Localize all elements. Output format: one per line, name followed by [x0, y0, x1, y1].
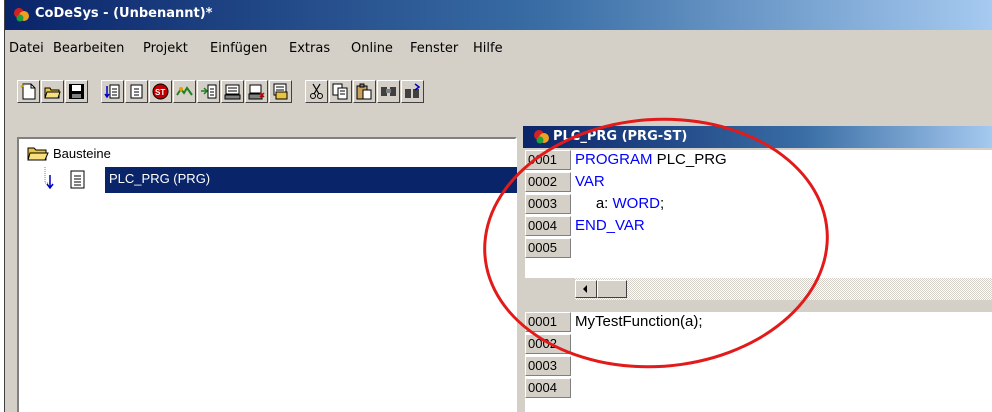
line-text: END_VAR: [575, 217, 645, 235]
st-editor-window: PLC_PRG (PRG-ST) 0001 PROGRAM PLC_PRG 0002…: [523, 122, 992, 412]
line-text: PROGRAM PLC_PRG: [575, 151, 727, 169]
line-number: 0004: [525, 216, 571, 236]
codesys-app-icon: [14, 8, 29, 22]
code-token: PLC_PRG: [652, 151, 727, 168]
toolbar: ST: [5, 80, 992, 114]
pou-document-icon: [70, 170, 85, 189]
copy-icon[interactable]: [329, 80, 352, 103]
tree-item-plc-prg[interactable]: PLC_PRG (PRG): [25, 167, 519, 193]
menu-hilfe[interactable]: Hilfe: [473, 41, 503, 56]
watch-icon[interactable]: [197, 80, 220, 103]
folder-open-icon: [27, 147, 49, 161]
menu-extras[interactable]: Extras: [289, 41, 330, 56]
keyword-token: PROGRAM: [575, 151, 653, 168]
menu-fenster[interactable]: Fenster: [410, 41, 458, 56]
editor-title-bar[interactable]: PLC_PRG (PRG-ST): [523, 126, 992, 148]
line-number: 0003: [525, 356, 571, 376]
menu-bearbeiten[interactable]: Bearbeiten: [53, 41, 124, 56]
tree-item-label: PLC_PRG (PRG): [109, 171, 211, 186]
window-title: CoDeSys - (Unbenannt)*: [35, 6, 213, 21]
line-number: 0001: [525, 312, 571, 332]
tree-root-label: Bausteine: [53, 146, 111, 161]
line-number: 0002: [525, 334, 571, 354]
stop-icon[interactable]: ST: [149, 80, 172, 103]
menu-einfuegen[interactable]: Einfügen: [210, 41, 267, 56]
scroll-left-button[interactable]: [575, 280, 597, 298]
keyword-token: END_VAR: [575, 217, 645, 234]
code-line[interactable]: 0004: [525, 378, 992, 400]
code-line[interactable]: 0001 MyTestFunction(a);: [525, 312, 992, 334]
code-line[interactable]: 0003: [525, 356, 992, 378]
lib-icon[interactable]: [269, 80, 292, 103]
code-token: MyTestFunction(a);: [575, 313, 703, 330]
title-bar[interactable]: CoDeSys - (Unbenannt)*: [5, 0, 992, 30]
code-line[interactable]: 0002 VAR: [525, 172, 992, 194]
code-line[interactable]: 0003 a: WORD;: [525, 194, 992, 216]
find-icon[interactable]: [377, 80, 400, 103]
keyword-token: VAR: [575, 173, 605, 190]
code-line[interactable]: 0002: [525, 334, 992, 356]
svg-text:ST: ST: [155, 88, 165, 97]
line-number: 0001: [525, 150, 571, 170]
save-icon[interactable]: [65, 80, 88, 103]
declaration-editor[interactable]: 0001 PROGRAM PLC_PRG 0002 VAR 0003 a: WORD; 0…: [525, 150, 992, 278]
editor-app-icon: [534, 130, 549, 144]
line-text: MyTestFunction(a);: [575, 313, 703, 331]
line-number: 0005: [525, 238, 571, 258]
menu-datei[interactable]: Datei: [9, 41, 44, 56]
code-token: ;: [660, 195, 665, 212]
line-number: 0004: [525, 378, 571, 398]
step-icon[interactable]: [173, 80, 196, 103]
keyword-token: WORD: [612, 195, 661, 212]
new-icon[interactable]: [17, 80, 40, 103]
login-icon[interactable]: [125, 80, 148, 103]
editor-title: PLC_PRG (PRG-ST): [553, 129, 688, 144]
code-line[interactable]: 0001 PROGRAM PLC_PRG: [525, 150, 992, 172]
tree-connector-icon: [44, 167, 54, 190]
code-token: a:: [575, 195, 613, 212]
scroll-thumb[interactable]: [597, 280, 627, 298]
line-text: VAR: [575, 173, 605, 191]
replace-icon[interactable]: [401, 80, 424, 103]
compile-icon[interactable]: [101, 80, 124, 103]
line-number: 0002: [525, 172, 571, 192]
code-line[interactable]: 0005: [525, 238, 992, 260]
menu-online[interactable]: Online: [351, 41, 393, 56]
object-organizer[interactable]: Bausteine PLC_PRG (PRG): [17, 137, 519, 412]
monitor-icon[interactable]: [221, 80, 244, 103]
line-text: a: WORD;: [575, 195, 664, 213]
body-editor[interactable]: 0001 MyTestFunction(a); 0002 0003 0004: [525, 312, 992, 412]
open-icon[interactable]: [41, 80, 64, 103]
breakpoint-icon[interactable]: [245, 80, 268, 103]
menu-projekt[interactable]: Projekt: [143, 41, 188, 56]
cut-icon[interactable]: [305, 80, 328, 103]
line-number: 0003: [525, 194, 571, 214]
menu-bar: Datei Bearbeiten Projekt Einfügen Extras…: [5, 38, 992, 60]
code-line[interactable]: 0004 END_VAR: [525, 216, 992, 238]
horizontal-scrollbar[interactable]: [525, 278, 992, 300]
scrollbar-gutter: [525, 278, 575, 300]
paste-icon[interactable]: [353, 80, 376, 103]
codesys-window: CoDeSys - (Unbenannt)* Datei Bearbeiten …: [4, 0, 992, 412]
